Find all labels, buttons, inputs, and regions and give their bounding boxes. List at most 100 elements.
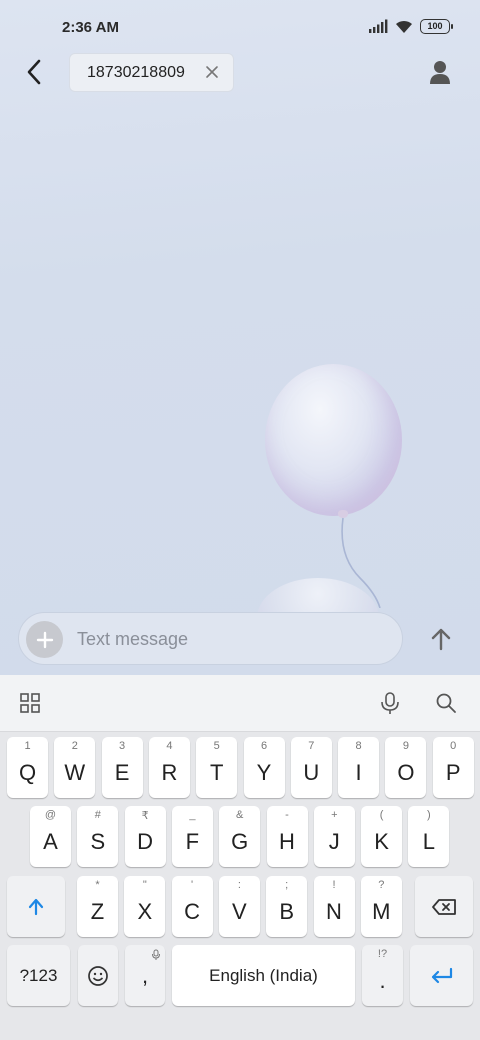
contact-icon [430, 61, 450, 84]
attach-button[interactable] [26, 621, 63, 658]
key-hint: ₹ [141, 810, 149, 822]
key-j[interactable]: + J [313, 806, 355, 867]
key-label: D [137, 828, 154, 854]
key-label: U [303, 759, 320, 785]
key-hint: ) [427, 809, 431, 821]
key-t[interactable]: 5T [196, 737, 238, 798]
key-hint: * [95, 879, 100, 891]
comma-mic-icon [152, 949, 160, 960]
key-v[interactable]: :V [218, 876, 260, 937]
key-label: J [328, 828, 340, 854]
key-y[interactable]: 6Y [243, 737, 285, 798]
key-label: O [397, 759, 415, 785]
key-label: ?123 [19, 965, 58, 985]
conversation-screen: 2:36 AM 100 18730218809 Text message [0, 0, 480, 675]
key-label: X [137, 898, 153, 924]
back-button[interactable] [18, 56, 50, 88]
key-label: . [379, 967, 386, 993]
microphone-icon [381, 692, 399, 714]
key-o[interactable]: 9O [385, 737, 427, 798]
key-d[interactable]: ₹ D [124, 806, 166, 867]
key-label: M [372, 898, 391, 924]
key-m[interactable]: ? M [360, 876, 402, 937]
key-hint: 0 [450, 740, 457, 752]
key-k[interactable]: (K [361, 806, 403, 867]
key-hint: ( [379, 809, 384, 821]
close-icon[interactable] [205, 65, 219, 79]
contact-button[interactable] [426, 58, 454, 86]
key-hint: ? [378, 879, 385, 891]
symbols-key[interactable]: ?123 [7, 945, 70, 1006]
balloon-illustration [265, 364, 402, 516]
key-c[interactable]: ' C [171, 876, 213, 937]
message-placeholder: Text message [77, 629, 189, 649]
plus-icon [36, 631, 53, 648]
key-label: N [326, 898, 342, 924]
key-label: Q [18, 759, 37, 785]
key-i[interactable]: 8I [338, 737, 380, 798]
key-hint: ! [332, 879, 336, 891]
key-label: S [90, 828, 106, 854]
key-label: G [231, 828, 249, 854]
backspace-key[interactable] [415, 876, 473, 937]
key-p[interactable]: 0P [432, 737, 474, 798]
key-hint: ' [191, 879, 194, 891]
shift-key[interactable] [7, 876, 65, 937]
key-hint: !? [377, 948, 388, 960]
key-label: K [374, 828, 389, 854]
key-label: B [279, 898, 295, 924]
key-r[interactable]: 4R [148, 737, 190, 798]
key-f[interactable]: _ F [171, 806, 213, 867]
comma-key[interactable]: , [125, 945, 165, 1006]
key-u[interactable]: 7U [290, 737, 332, 798]
apps-button[interactable] [17, 690, 43, 716]
status-bar: 2:36 AM 100 [0, 0, 480, 56]
enter-arrow-icon [431, 967, 452, 983]
key-w[interactable]: 2W [54, 737, 96, 798]
key-q[interactable]: 1Q [7, 737, 48, 798]
key-n[interactable]: ! N [313, 876, 355, 937]
key-label: Y [256, 759, 272, 785]
shift-arrow-icon [28, 898, 44, 915]
send-arrow-icon [431, 628, 451, 651]
key-label: I [355, 759, 362, 785]
status-time: 2:36 AM [62, 19, 119, 36]
key-hint: 4 [166, 740, 173, 752]
emoji-key[interactable] [78, 945, 118, 1006]
key-hint: + [331, 809, 338, 821]
key-z[interactable]: * Z [77, 876, 118, 937]
key-s[interactable]: # S [77, 806, 119, 867]
key-hint: 3 [119, 740, 126, 752]
key-g[interactable]: & G [219, 806, 261, 867]
key-hint: _ [189, 809, 196, 821]
voice-input-button[interactable] [377, 690, 403, 716]
key-label: R [161, 759, 178, 785]
key-b[interactable]: ; B [266, 876, 308, 937]
message-input[interactable]: Text message [18, 612, 403, 665]
status-icons: 100 [368, 18, 453, 34]
key-label: L [422, 828, 436, 854]
battery-level: 100 [427, 21, 443, 31]
recipient-number: 18730218809 [87, 63, 185, 81]
key-l[interactable]: ) L [408, 806, 450, 867]
key-x[interactable]: " X [124, 876, 166, 937]
key-hint: : [237, 879, 241, 891]
period-key[interactable]: !?. [362, 945, 403, 1006]
key-label: W [64, 759, 86, 785]
key-e[interactable]: 3E [101, 737, 143, 798]
key-a[interactable]: @ A [30, 806, 71, 867]
key-label: F [185, 828, 200, 854]
key-label: V [232, 898, 247, 924]
key-hint: & [236, 809, 244, 821]
send-button[interactable] [424, 622, 458, 656]
key-label: English (India) [209, 965, 318, 985]
key-hint: 6 [260, 740, 268, 752]
space-key[interactable]: English (India) [172, 945, 355, 1006]
key-hint: 7 [308, 740, 315, 752]
keyboard-search-button[interactable] [433, 690, 459, 716]
key-label: P [445, 759, 461, 785]
recipient-chip[interactable]: 18730218809 [69, 53, 234, 92]
key-h[interactable]: -H [266, 806, 308, 867]
key-label: , [141, 962, 149, 988]
enter-key[interactable] [410, 945, 473, 1006]
